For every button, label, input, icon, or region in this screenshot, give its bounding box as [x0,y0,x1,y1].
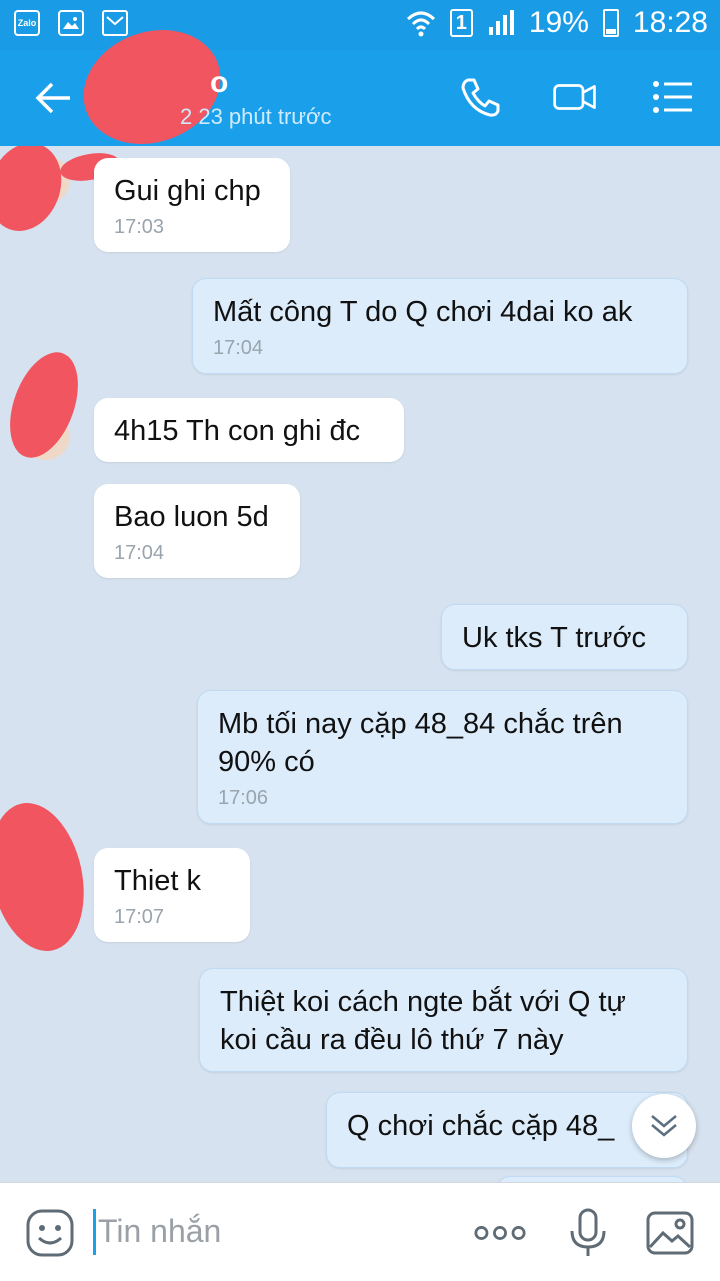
gmail-icon [102,10,128,36]
message-bubble-outgoing[interactable]: Thiệt koi cách ngte bắt với Q tự koi cầu… [199,968,688,1072]
message-text: Mb tối nay cặp 48_84 chắc trên 90% có [218,708,623,778]
message-time: 17:07 [114,906,165,928]
message-text: 4h15 Th con ghi đc [114,415,361,447]
message-text: Mất công T do Q chơi 4dai ko ak [213,296,633,328]
image-gallery-icon[interactable] [644,1207,696,1259]
notification-icons: Zalo [14,10,128,36]
wifi-icon [406,11,435,37]
message-text: Uk tks T trước [462,622,646,654]
zalo-icon: Zalo [14,10,40,36]
sim-indicator: 1 [449,9,473,37]
message-bubble-incoming[interactable]: 4h15 Th con ghi đc [94,398,404,462]
video-call-icon[interactable] [552,74,598,120]
signal-icon [488,10,514,35]
double-chevron-down-icon [651,1115,677,1137]
message-time: 17:04 [213,337,264,359]
message-input[interactable]: Tin nhắn [98,1213,221,1250]
scroll-to-bottom-button[interactable] [632,1094,696,1158]
emoji-sticker-icon[interactable] [24,1207,76,1259]
zalo-icon-label: Zalo [17,18,37,28]
redaction-mark [0,343,92,467]
message-input-bar: Tin nhắn [0,1182,720,1281]
message-bubble-incoming[interactable]: Gui ghi chp 17:03 [94,158,290,252]
chat-header: o 2 23 phút trước [0,11,720,163]
back-arrow-icon[interactable] [34,78,74,118]
message-time: 17:06 [218,787,269,809]
menu-list-icon[interactable] [650,74,696,120]
message-bubble-incoming[interactable]: Thiet k 17:07 [94,848,250,942]
system-status: 1 19% 18:28 [406,6,708,40]
microphone-icon[interactable] [562,1207,614,1259]
text-cursor [93,1209,96,1255]
clock: 18:28 [632,6,708,39]
last-seen-status: 2 23 phút trước [180,104,332,129]
message-list[interactable]: Gui ghi chp 17:03 Mất công T do Q chơi 4… [0,146,720,1182]
image-icon [58,10,84,36]
contact-name[interactable]: o [210,66,228,100]
message-bubble-incoming[interactable]: Bao luon 5d 17:04 [94,484,300,578]
message-time: 17:04 [114,542,165,564]
message-bubble-outgoing[interactable]: Mất công T do Q chơi 4dai ko ak 17:04 [192,278,688,374]
status-bar: Zalo 1 19% 18:28 [0,0,720,50]
battery-percent: 19% [528,6,589,39]
message-time: 17:03 [114,216,165,238]
message-text: Thiet k [114,865,202,897]
redaction-mark [0,794,97,960]
message-bubble-outgoing[interactable]: Mb tối nay cặp 48_84 chắc trên 90% có 17… [197,690,688,824]
message-bubble-outgoing[interactable]: Uk tks T trước [441,604,688,670]
phone-call-icon[interactable] [458,74,504,120]
message-text: Q chơi chắc cặp 48_ [347,1110,615,1142]
battery-icon [602,9,619,37]
message-text: Thiệt koi cách ngte bắt với Q tự koi cầu… [220,986,626,1056]
message-text: Bao luon 5d [114,501,269,533]
message-text: Gui ghi chp [114,175,261,207]
more-options-icon[interactable] [474,1207,526,1259]
